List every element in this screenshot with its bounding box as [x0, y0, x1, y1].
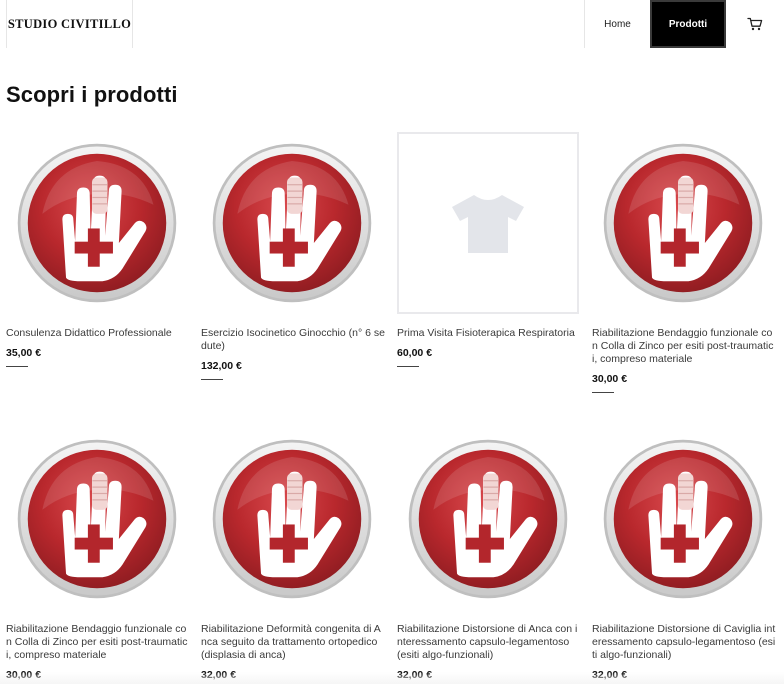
price-divider [201, 379, 223, 380]
nav-home-label[interactable]: Home [604, 19, 631, 30]
product-image[interactable] [6, 132, 188, 314]
product-name[interactable]: Riabilitazione Distorsione di Anca con i… [397, 623, 581, 662]
product-name[interactable]: Esercizio Isocinetico Ginocchio (n° 6 se… [201, 327, 385, 353]
nav-home[interactable]: Home [584, 0, 650, 48]
product-name[interactable]: Consulenza Didattico Professionale [6, 327, 190, 340]
product-name[interactable]: Prima Visita Fisioterapica Respiratoria [397, 327, 581, 340]
product-image-placeholder[interactable] [397, 132, 579, 314]
nav-products[interactable]: Prodotti [650, 0, 726, 48]
brand-logo[interactable]: STUDIO CIVITILLO [6, 0, 133, 48]
product-card[interactable]: Riabilitazione Bendaggio funzionale con … [6, 428, 190, 681]
product-card[interactable]: Esercizio Isocinetico Ginocchio (n° 6 se… [201, 132, 385, 380]
price-divider [592, 392, 614, 393]
product-image[interactable] [201, 428, 383, 610]
brand-name[interactable]: STUDIO CIVITILLO [8, 17, 131, 32]
price-divider [397, 366, 419, 367]
first-aid-hand-icon [601, 437, 765, 601]
nav-products-label[interactable]: Prodotti [669, 19, 707, 30]
page-title: Scopri i prodotti [6, 82, 178, 107]
cart-icon[interactable] [747, 17, 763, 31]
bottom-fade [0, 672, 784, 684]
first-aid-hand-icon [601, 141, 765, 305]
product-price: 132,00 € [201, 360, 242, 372]
cart-button[interactable] [726, 0, 784, 48]
product-card[interactable]: Riabilitazione Bendaggio funzionale con … [592, 132, 776, 393]
product-name[interactable]: Riabilitazione Deformità congenita di An… [201, 623, 385, 662]
product-image[interactable] [397, 428, 579, 610]
product-name[interactable]: Riabilitazione Bendaggio funzionale con … [592, 327, 776, 366]
site-header: STUDIO CIVITILLO Home Prodotti [0, 0, 784, 48]
first-aid-hand-icon [406, 437, 570, 601]
first-aid-hand-icon [210, 437, 374, 601]
product-price: 30,00 € [592, 373, 628, 385]
product-card[interactable]: Riabilitazione Distorsione di Caviglia i… [592, 428, 776, 681]
product-image[interactable] [201, 132, 383, 314]
tshirt-placeholder-icon [448, 191, 528, 255]
first-aid-hand-icon [15, 437, 179, 601]
product-card[interactable]: Prima Visita Fisioterapica Respiratoria … [397, 132, 581, 367]
product-name[interactable]: Riabilitazione Distorsione di Caviglia i… [592, 623, 776, 662]
product-image[interactable] [592, 428, 774, 610]
product-image[interactable] [6, 428, 188, 610]
product-card[interactable]: Riabilitazione Deformità congenita di An… [201, 428, 385, 681]
product-card[interactable]: Consulenza Didattico Professionale 35,00… [6, 132, 190, 367]
main-nav: Home Prodotti [584, 0, 784, 48]
price-divider [6, 366, 28, 367]
product-image[interactable] [592, 132, 774, 314]
product-card[interactable]: Riabilitazione Distorsione di Anca con i… [397, 428, 581, 681]
first-aid-hand-icon [210, 141, 374, 305]
product-name[interactable]: Riabilitazione Bendaggio funzionale con … [6, 623, 190, 662]
product-price: 60,00 € [397, 347, 433, 359]
product-price: 35,00 € [6, 347, 42, 359]
first-aid-hand-icon [15, 141, 179, 305]
